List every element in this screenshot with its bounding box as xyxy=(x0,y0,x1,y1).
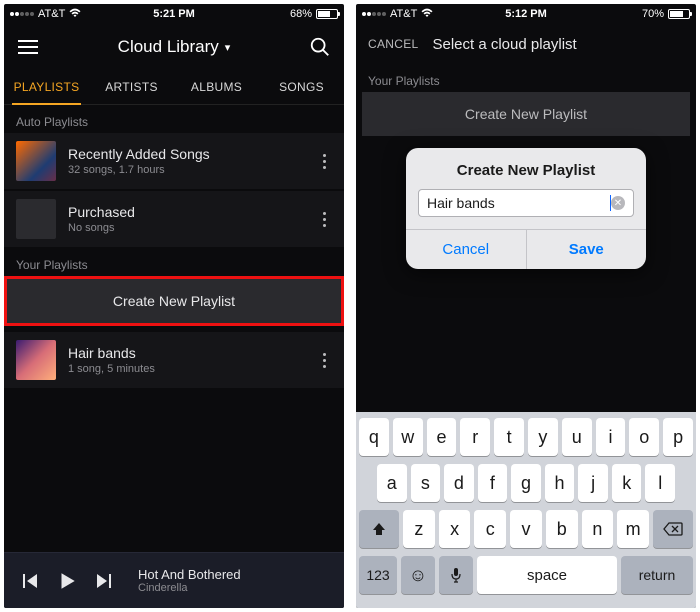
more-icon[interactable] xyxy=(316,154,332,169)
more-icon[interactable] xyxy=(316,353,332,368)
create-playlist-dialog: Create New Playlist ✕ Cancel Save xyxy=(406,148,646,269)
now-playing-title: Hot And Bothered xyxy=(138,567,241,582)
playlist-name-input[interactable] xyxy=(427,195,611,211)
now-playing-artist: Cinderella xyxy=(138,582,241,594)
create-new-playlist-button[interactable]: Create New Playlist xyxy=(4,276,344,326)
library-title-text: Cloud Library xyxy=(118,37,219,57)
playlist-artwork-icon xyxy=(16,199,56,239)
playlist-subtitle: No songs xyxy=(68,222,316,234)
library-header: Cloud Library ▾ xyxy=(4,24,344,70)
tab-artists[interactable]: ARTISTS xyxy=(89,70,174,104)
playlist-subtitle: 32 songs, 1.7 hours xyxy=(68,164,316,176)
library-tabs: PLAYLISTS ARTISTS ALBUMS SONGS xyxy=(4,70,344,105)
chevron-down-icon: ▾ xyxy=(225,41,231,54)
search-icon[interactable] xyxy=(308,35,332,59)
signal-dots-icon xyxy=(10,12,34,16)
next-track-icon[interactable] xyxy=(90,566,120,596)
dialog-overlay: Create New Playlist ✕ Cancel Save xyxy=(356,4,696,608)
battery-pct: 68% xyxy=(290,8,312,20)
more-icon[interactable] xyxy=(316,212,332,227)
playlist-row-hair-bands[interactable]: Hair bands 1 song, 5 minutes xyxy=(4,332,344,388)
playlist-artwork-icon xyxy=(16,340,56,380)
dialog-cancel-button[interactable]: Cancel xyxy=(406,230,527,269)
playlist-title: Purchased xyxy=(68,204,316,220)
status-bar: AT&T 5:21 PM 68% xyxy=(4,4,344,24)
menu-icon[interactable] xyxy=(16,35,40,59)
tab-albums[interactable]: ALBUMS xyxy=(174,70,259,104)
playlist-title: Recently Added Songs xyxy=(68,146,316,162)
battery-icon xyxy=(316,9,338,19)
phone-left-library: AT&T 5:21 PM 68% Cloud Library ▾ PLAYLIS… xyxy=(4,4,344,608)
library-title-dropdown[interactable]: Cloud Library ▾ xyxy=(118,37,231,57)
phone-right-create-playlist: AT&T 5:12 PM 70% CANCEL Select a cloud p… xyxy=(356,4,696,608)
playlist-row-purchased[interactable]: Purchased No songs xyxy=(4,190,344,247)
now-playing-bar[interactable]: Hot And Bothered Cinderella xyxy=(4,552,344,608)
dialog-save-button[interactable]: Save xyxy=(527,230,647,269)
clock: 5:21 PM xyxy=(119,8,228,20)
playlist-artwork-icon xyxy=(16,141,56,181)
carrier-label: AT&T xyxy=(38,8,65,20)
playlist-row-recently-added[interactable]: Recently Added Songs 32 songs, 1.7 hours xyxy=(4,133,344,189)
dialog-title: Create New Playlist xyxy=(406,148,646,189)
playlist-subtitle: 1 song, 5 minutes xyxy=(68,363,316,375)
play-icon[interactable] xyxy=(52,566,82,596)
auto-playlists-label: Auto Playlists xyxy=(4,105,344,133)
clear-input-icon[interactable]: ✕ xyxy=(611,196,625,210)
playlist-name-field[interactable]: ✕ xyxy=(418,189,634,217)
playlist-title: Hair bands xyxy=(68,345,316,361)
tab-playlists[interactable]: PLAYLISTS xyxy=(4,70,89,104)
previous-track-icon[interactable] xyxy=(14,566,44,596)
your-playlists-label: Your Playlists xyxy=(4,248,344,276)
wifi-icon xyxy=(69,8,81,21)
tab-songs[interactable]: SONGS xyxy=(259,70,344,104)
